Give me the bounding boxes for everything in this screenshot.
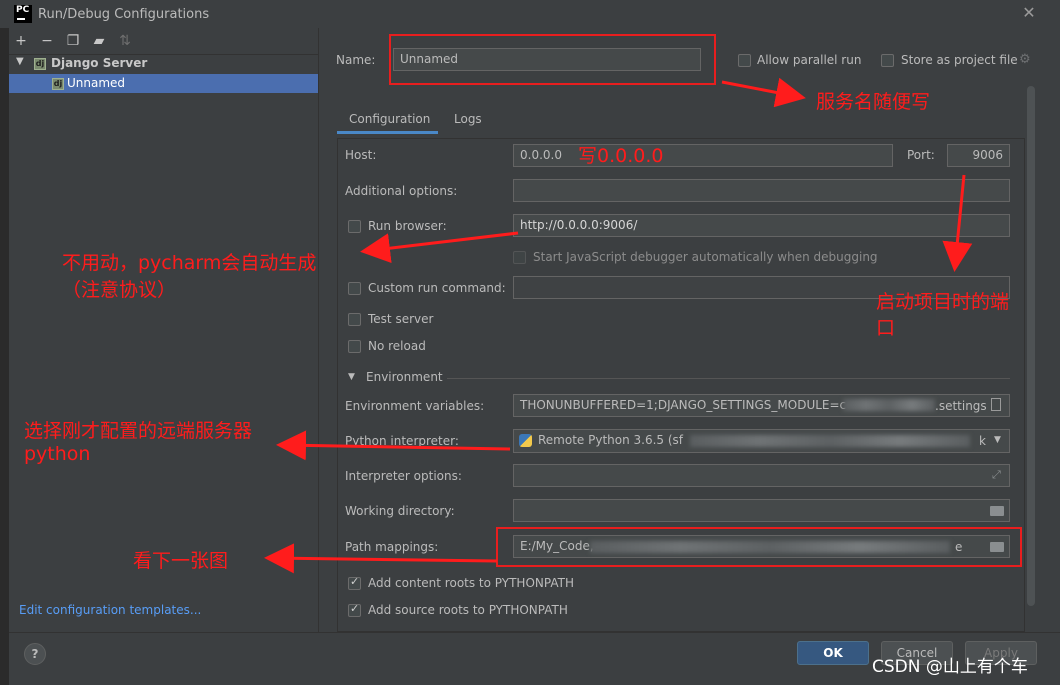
- annotation-interpreter-1: 选择刚才配置的远端服务器: [24, 420, 253, 442]
- annotation-name: 服务名随便写: [816, 91, 931, 113]
- arrow-path: [264, 543, 498, 574]
- annotation-interpreter-2: python: [24, 443, 91, 465]
- arrow-name: [721, 77, 806, 108]
- annotation-browser-1: 不用动，pycharm会自动生成: [62, 252, 317, 274]
- annotation-port-1: 启动项目时的端: [876, 291, 1010, 313]
- csdn-watermark: CSDN @山上有个车: [872, 657, 1028, 677]
- annotation-port-2: 口: [876, 317, 896, 339]
- arrow-interpreter: [276, 430, 511, 461]
- arrow-port: [942, 174, 973, 272]
- annotation-browser-2: （注意协议）: [62, 279, 177, 301]
- annotation-path: 看下一张图: [133, 550, 229, 572]
- arrow-browser: [360, 231, 519, 264]
- annotation-host: 写0.0.0.0: [578, 145, 664, 167]
